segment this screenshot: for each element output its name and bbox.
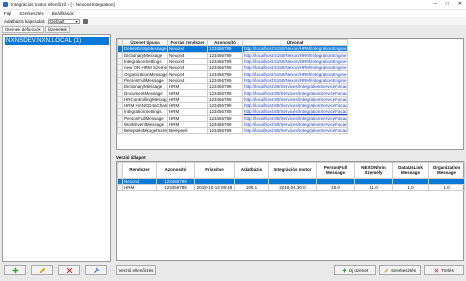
refresh-icon[interactable]	[83, 18, 89, 24]
delete-button[interactable]: Törlés	[424, 265, 464, 275]
edit-label: Szerkesztés	[390, 267, 417, 273]
version-check-button[interactable]: Verzió ellenőrzés	[116, 265, 156, 275]
message-type-cell: DocumentMessage	[122, 89, 168, 97]
path-link[interactable]: http://localhost:80/Services/Integration…	[242, 120, 348, 129]
path-link[interactable]: http://localhost:80/Services/Integration…	[242, 83, 348, 91]
table-header: Rendszer Azonosító Frissítve Adatbázis I…	[117, 162, 465, 179]
path-link[interactable]: http://localhost:80/Services/Integration…	[242, 127, 348, 135]
message-type-cell: new ON HRM Szemely	[122, 64, 168, 72]
message-type-cell: BelepteloMkogelSzemely	[122, 127, 168, 135]
col-organization[interactable]: Organization Message	[428, 162, 465, 179]
message-type-cell: WorkEventMessage	[122, 120, 168, 129]
tab-strip: Ütemek definíciók Üzenetek	[0, 26, 70, 34]
connection-bar: Adatbázis kapcsolat: Default ▼	[0, 17, 466, 25]
col-identifier[interactable]: Azonosító	[156, 162, 195, 179]
chevron-down-icon: ▼	[74, 19, 79, 24]
connection-value: Default	[50, 18, 65, 24]
col-system[interactable]: Rendszer	[122, 162, 157, 179]
message-type-cell: IntegrationSettings	[122, 57, 168, 66]
message-type-cell: OrganizationMessage	[122, 70, 168, 78]
col-datauslink[interactable]: DataUsLink Message	[392, 162, 429, 179]
path-link[interactable]: http://localhost:5150/Nexon/HRM/Integrat…	[242, 64, 348, 72]
delete-label: Törlés	[441, 267, 454, 273]
table-row[interactable]: BelepteloMkogelSzemelyBelepeeli123456789…	[117, 127, 348, 135]
window-title: Integrációs motor ellenőrző - [ - Nexon4…	[11, 2, 115, 7]
pencil-icon	[384, 268, 389, 272]
path-link[interactable]: http://localhost:5150/Nexon/HRM/Integrat…	[242, 45, 348, 53]
col-personfull[interactable]: PersonFull Message	[316, 162, 355, 179]
message-type-cell: DictionaryMessage	[122, 83, 168, 91]
menu-settings[interactable]: Beállítások	[52, 11, 74, 16]
plus-icon	[12, 267, 18, 273]
message-type-cell: HRControllingMessage	[122, 95, 168, 103]
col-nexonhrm[interactable]: NEXONhrm Személy	[354, 162, 393, 179]
tools-button[interactable]	[85, 265, 107, 275]
col-integration-engine[interactable]: Integrációs motor	[268, 162, 317, 179]
server-tree: NXNSDEV.NXN.LOCAL (1)	[2, 34, 111, 262]
tab-messages[interactable]: Üzenetek	[44, 26, 70, 33]
title-bar: Integrációs motor ellenőrző - [ - Nexon4…	[0, 0, 466, 9]
new-message-label: Új üzenet	[348, 267, 369, 273]
message-type-cell: DeleteEntityMessage	[122, 45, 168, 53]
connection-label: Adatbázis kapcsolat:	[4, 18, 46, 24]
version-cell: 18.0	[316, 184, 355, 191]
version-cell: 109.1	[234, 184, 269, 191]
pencil-icon	[39, 267, 45, 273]
new-message-button[interactable]: Új üzenet	[334, 265, 376, 275]
col-database[interactable]: Adatbázis	[234, 162, 269, 179]
version-cell: 11.0	[354, 184, 393, 191]
path-link[interactable]: http://localhost:80/Services/Integration…	[242, 101, 348, 110]
path-link[interactable]: http://localhost:80/Services/Integration…	[242, 108, 348, 116]
col-updated[interactable]: Frissítve	[194, 162, 235, 179]
menu-file[interactable]: Fájl	[4, 11, 11, 16]
connection-select[interactable]: Default ▼	[48, 18, 81, 24]
version-section-label: Verzió állapot	[116, 155, 146, 160]
version-cell: HRM	[122, 184, 157, 191]
path-link[interactable]: http://localhost:80/Services/Integration…	[242, 89, 348, 97]
path-link[interactable]: http://localhost:80/Services/Integration…	[242, 114, 348, 122]
wrench-icon	[93, 266, 100, 273]
version-cell: 123456789	[156, 184, 195, 191]
message-type-cell: HRM HANCD4aChange	[122, 101, 168, 110]
close-button[interactable]: ✕	[458, 1, 462, 7]
message-type-cell: DictionaryMessage	[122, 51, 168, 59]
identifier-cell: 123456789	[207, 127, 243, 135]
col-source-system[interactable]: Forrás rendszer	[167, 38, 208, 47]
version-cell: 2018-10-13 08:49	[194, 184, 235, 191]
delete-tree-button[interactable]	[58, 265, 80, 275]
source-system-cell: Belepeeli	[167, 127, 208, 135]
path-link[interactable]: http://localhost:5150/Nexon/HRM/Integrat…	[242, 70, 348, 78]
version-grid: Rendszer Azonosító Frissítve Adatbázis I…	[116, 161, 465, 261]
version-cell: 2018.04.30.0	[268, 184, 317, 191]
add-button[interactable]	[4, 265, 26, 275]
message-type-cell: PersonFullMessage	[122, 76, 168, 85]
tab-definitions[interactable]: Ütemek definíciók	[2, 26, 44, 33]
path-link[interactable]: http://localhost:5150/Nexon/HRM/Integrat…	[242, 51, 348, 59]
table-row[interactable]: HRM 123456789 2018-10-13 08:49 109.1 2018.04…	[117, 184, 465, 191]
path-link[interactable]: http://localhost:5150/Nexon/HRM/Integrat…	[242, 57, 348, 66]
edit-button[interactable]: Szerkesztés	[379, 265, 421, 275]
delete-icon	[66, 267, 72, 273]
delete-icon	[434, 268, 439, 272]
minimize-button[interactable]: –	[434, 1, 437, 7]
message-type-cell: PersonFullMessage	[122, 114, 168, 122]
message-type-cell: IntegrationSettings	[122, 108, 168, 116]
plus-icon	[342, 268, 347, 272]
menu-bar: Fájl Szerkesztés Beállítások	[0, 10, 466, 17]
path-link[interactable]: http://localhost:5150/Nexon/HRM/Integrat…	[242, 76, 348, 85]
version-cell: 1.0	[392, 184, 429, 191]
edit-tree-button[interactable]	[31, 265, 53, 275]
tree-item-server[interactable]: NXNSDEV.NXN.LOCAL (1)	[5, 37, 109, 45]
menu-edit[interactable]: Szerkesztés	[19, 11, 44, 16]
maximize-button[interactable]: □	[446, 1, 449, 7]
path-link[interactable]: http://localhost:80/Services/Integration…	[242, 95, 348, 103]
version-check-label: Verzió ellenőrzés	[118, 267, 154, 273]
app-icon	[3, 2, 8, 7]
version-cell: 1.0	[428, 184, 465, 191]
messages-grid: Üzenet típusa Forrás rendszer Azonosító …	[116, 38, 464, 150]
